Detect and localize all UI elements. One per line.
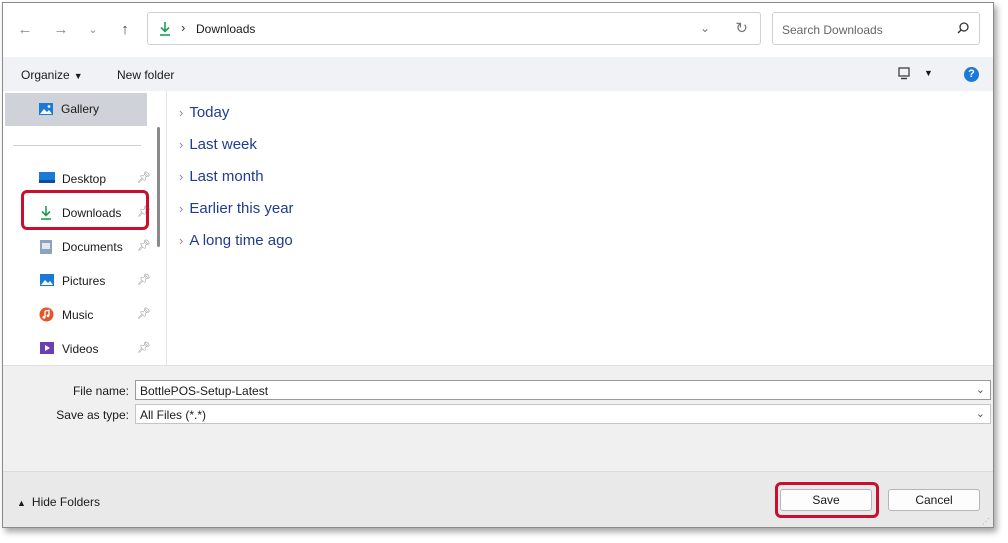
command-bar: Organize ▼ New folder ▼ ? — [3, 57, 993, 91]
arrow-up-icon: ↑ — [121, 21, 129, 38]
pin-icon[interactable]: 📌︎ — [137, 341, 151, 354]
downloads-icon — [39, 205, 53, 224]
sidebar-item-label: Music — [62, 308, 94, 322]
chevron-right-icon: › — [179, 137, 184, 152]
arrow-left-icon: ← — [17, 21, 33, 38]
help-button[interactable]: ? — [964, 67, 979, 82]
refresh-icon[interactable]: ↻ — [735, 19, 748, 37]
sidebar-item-documents[interactable]: Documents 📌︎ — [9, 230, 151, 262]
view-options-button[interactable] — [898, 67, 910, 83]
file-name-field[interactable]: BottlePOS-Setup-Latest ⌄ — [135, 380, 991, 400]
pin-icon[interactable]: 📌︎ — [137, 273, 151, 286]
chevron-right-icon: › — [179, 201, 184, 216]
resize-grip-icon[interactable]: ⋰ — [982, 517, 990, 526]
recent-locations-button[interactable]: ⌄ — [83, 20, 103, 40]
up-button[interactable]: ↑ — [115, 20, 135, 40]
chevron-right-icon: › — [179, 105, 184, 120]
search-icon — [956, 21, 970, 38]
sidebar-item-desktop[interactable]: Desktop 📌︎ — [9, 162, 151, 194]
address-dropdown-icon[interactable]: ⌄ — [700, 21, 710, 35]
pictures-icon — [39, 273, 55, 290]
save-as-dialog: ← → ⌄ ↑ › Downloads ⌄ ↻ Search Downloads — [2, 2, 994, 528]
group-earlier-this-year[interactable]: › Earlier this year — [179, 200, 294, 217]
save-as-type-label: Save as type: — [56, 408, 129, 422]
organize-label: Organize — [21, 68, 70, 82]
file-list: › Today › Last week › Last month › Earlier t… — [166, 91, 993, 365]
search-input[interactable]: Search Downloads — [772, 12, 980, 45]
caret-down-icon: ▼ — [73, 71, 83, 81]
navigation-pane: Gallery Desktop 📌︎ Downloads 📌︎ Document… — [3, 91, 163, 365]
new-folder-button[interactable]: New folder — [117, 68, 174, 82]
group-last-month[interactable]: › Last month — [179, 168, 264, 185]
pin-icon[interactable]: 📌︎ — [137, 205, 151, 218]
group-label: Today — [189, 104, 230, 121]
save-button[interactable]: Save — [780, 489, 872, 511]
sidebar-item-label: Pictures — [62, 274, 106, 288]
group-label: Last month — [189, 168, 264, 185]
breadcrumb-separator: › — [181, 20, 186, 35]
file-name-value: BottlePOS-Setup-Latest — [140, 384, 269, 398]
chevron-down-icon: ⌄ — [975, 408, 985, 420]
cancel-button[interactable]: Cancel — [888, 489, 980, 511]
navigation-bar: ← → ⌄ ↑ › Downloads ⌄ ↻ Search Downloads — [3, 3, 993, 55]
sidebar-item-label: Desktop — [62, 172, 107, 186]
hide-folders-label: Hide Folders — [31, 495, 100, 509]
save-as-type-value: All Files (*.*) — [140, 408, 207, 422]
chevron-right-icon: › — [179, 233, 184, 248]
file-name-label: File name: — [72, 384, 129, 398]
sidebar-scrollbar[interactable] — [157, 127, 160, 247]
save-as-type-select[interactable]: All Files (*.*) ⌄ — [135, 404, 991, 424]
save-options-panel: File name: BottlePOS-Setup-Latest ⌄ Save… — [3, 365, 993, 472]
group-label: Last week — [189, 136, 257, 153]
chevron-up-icon: ▲ — [17, 498, 26, 508]
breadcrumb-downloads[interactable]: Downloads — [196, 22, 255, 36]
videos-icon — [39, 341, 55, 358]
pin-icon[interactable]: 📌︎ — [137, 171, 151, 184]
downloads-icon — [158, 21, 172, 40]
pin-icon[interactable]: 📌︎ — [137, 307, 151, 320]
organize-button[interactable]: Organize ▼ — [21, 68, 83, 82]
music-icon — [39, 307, 54, 325]
sidebar-item-videos[interactable]: Videos 📌︎ — [9, 332, 151, 364]
group-a-long-time-ago[interactable]: › A long time ago — [179, 232, 293, 249]
sidebar-item-label: Gallery — [61, 102, 100, 116]
sidebar-item-label: Videos — [62, 342, 99, 356]
sidebar-divider — [13, 145, 141, 146]
back-button[interactable]: ← — [15, 20, 35, 40]
chevron-right-icon: › — [179, 169, 184, 184]
chevron-down-icon[interactable]: ⌄ — [976, 383, 985, 396]
documents-icon — [39, 239, 53, 258]
address-bar[interactable]: › Downloads ⌄ ↻ — [147, 12, 761, 45]
sidebar-item-music[interactable]: Music 📌︎ — [9, 298, 151, 330]
desktop-icon — [39, 171, 55, 187]
group-label: A long time ago — [189, 232, 293, 249]
sidebar-item-downloads[interactable]: Downloads 📌︎ — [9, 196, 151, 228]
gallery-icon — [38, 102, 54, 119]
pin-icon[interactable]: 📌︎ — [137, 239, 151, 252]
group-today[interactable]: › Today — [179, 104, 229, 121]
hide-folders-button[interactable]: ▲ Hide Folders — [17, 495, 100, 509]
dialog-footer: ▲ Hide Folders Save Cancel ⋰ — [3, 471, 993, 527]
group-label: Earlier this year — [189, 200, 294, 217]
sidebar-item-gallery[interactable]: Gallery — [5, 93, 147, 126]
view-caret-icon[interactable]: ▼ — [924, 68, 933, 78]
sidebar-item-label: Documents — [62, 240, 123, 254]
sidebar-item-label: Downloads — [62, 206, 122, 220]
sidebar-item-pictures[interactable]: Pictures 📌︎ — [9, 264, 151, 296]
chevron-down-icon: ⌄ — [88, 24, 98, 36]
group-last-week[interactable]: › Last week — [179, 136, 257, 153]
view-icon — [898, 67, 910, 80]
forward-button[interactable]: → — [51, 20, 71, 40]
arrow-right-icon: → — [53, 21, 69, 38]
search-placeholder: Search Downloads — [782, 23, 883, 37]
